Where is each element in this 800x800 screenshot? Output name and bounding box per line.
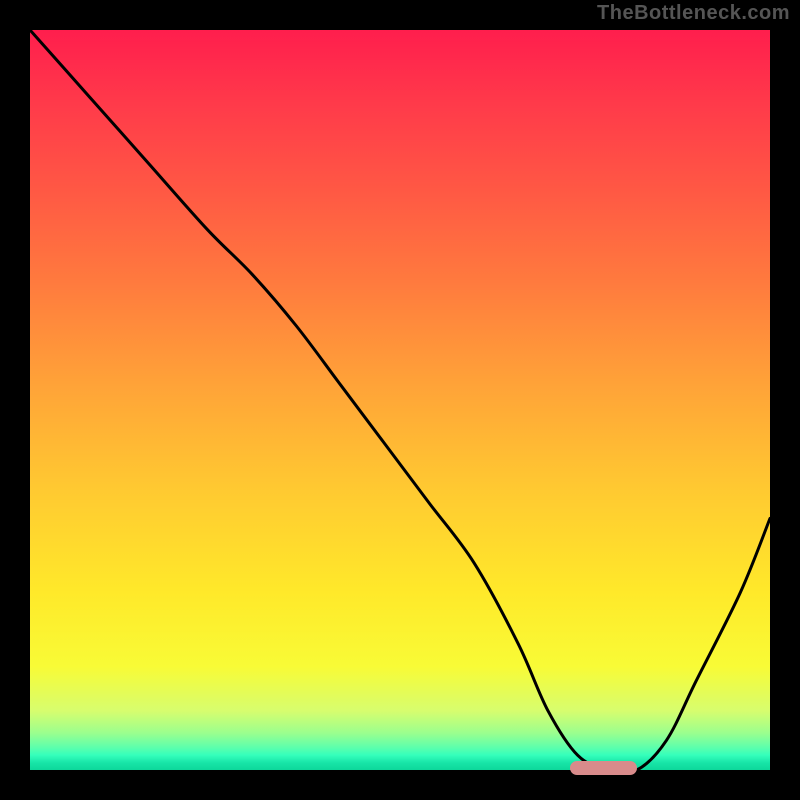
curve-layer bbox=[30, 30, 770, 770]
plot-area bbox=[30, 30, 770, 770]
optimal-range-marker bbox=[570, 761, 637, 775]
chart-stage: TheBottleneck.com bbox=[0, 0, 800, 800]
bottleneck-curve bbox=[30, 30, 770, 770]
watermark-text: TheBottleneck.com bbox=[597, 2, 790, 25]
